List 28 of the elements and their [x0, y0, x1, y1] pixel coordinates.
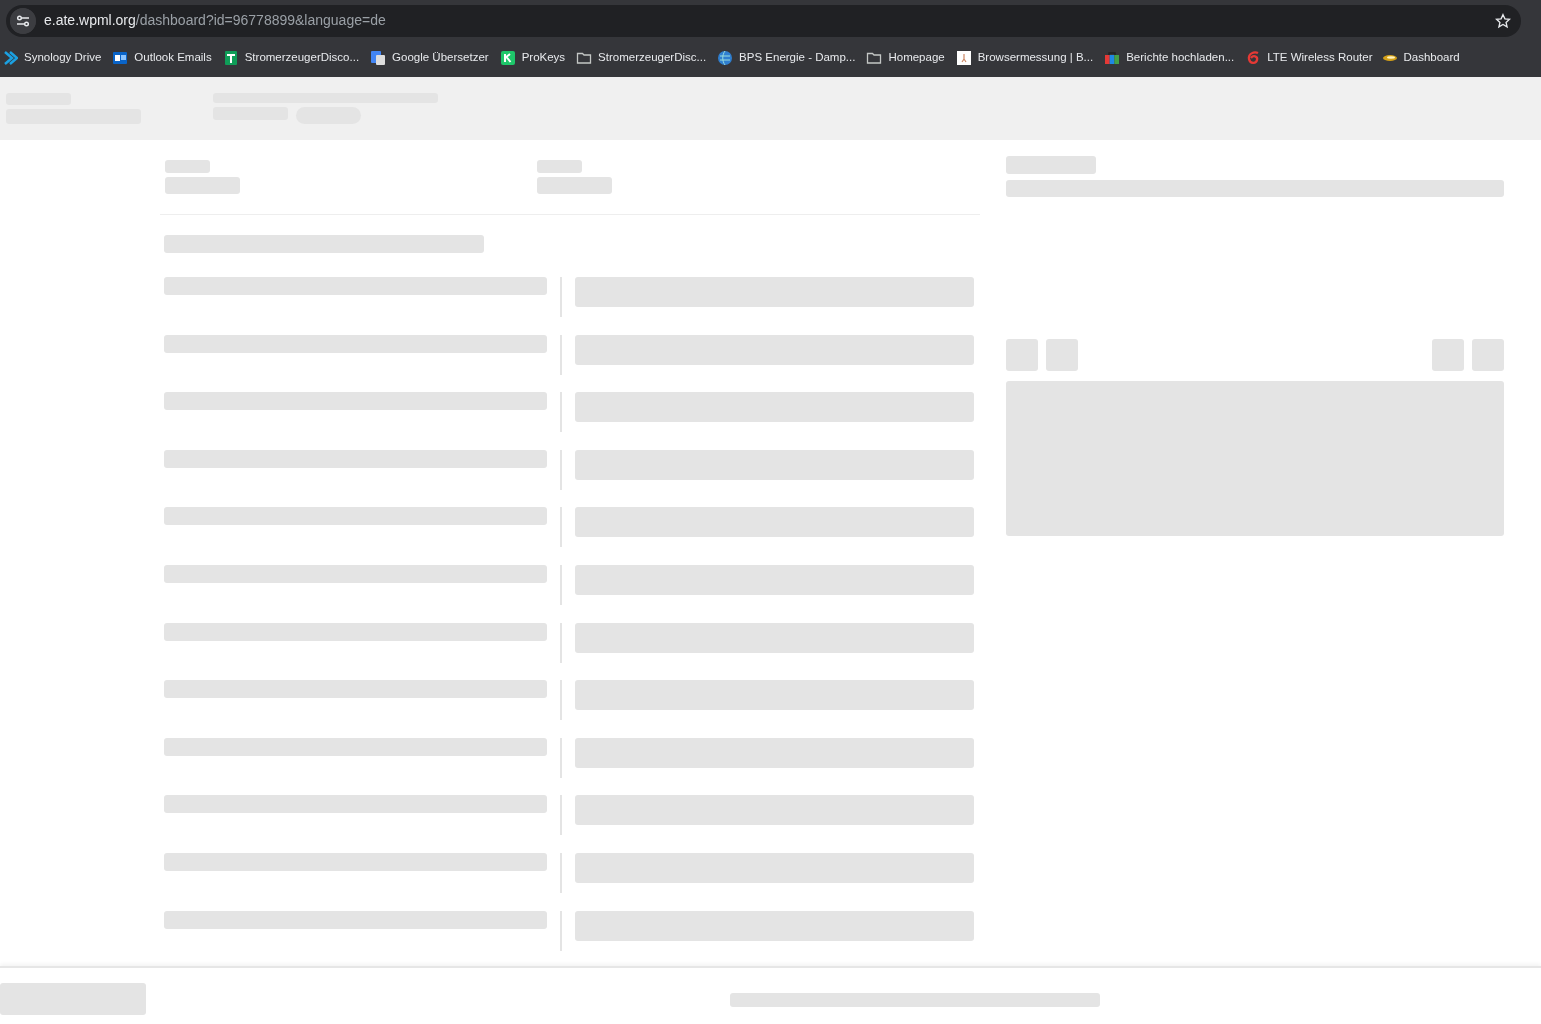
translate-icon — [370, 49, 387, 66]
bookmark-link[interactable]: BPS Energie - Damp... — [717, 48, 856, 67]
spreadsheet-icon — [222, 49, 239, 66]
globe-icon — [717, 49, 734, 66]
bookmark-link[interactable]: StromerzeugerDisco... — [222, 48, 360, 67]
mail-app-icon — [112, 49, 129, 66]
chevron-icon — [2, 49, 18, 66]
bookmark-link[interactable]: Synology Drive — [2, 48, 102, 67]
bookmark-link[interactable]: Google Übersetzer — [370, 48, 489, 67]
skeleton-square — [1432, 339, 1464, 371]
skeleton-bar — [537, 160, 582, 173]
bookmark-link[interactable]: Browsermessung | B... — [955, 48, 1094, 67]
shopping-bag-icon — [1104, 49, 1121, 66]
skeleton-square — [1006, 339, 1038, 371]
bookmark-link[interactable]: Dashboard — [1383, 48, 1460, 67]
skeleton-bar — [165, 160, 210, 173]
bookmark-link[interactable]: Homepage — [866, 48, 945, 67]
page-icon — [955, 49, 972, 66]
bookmark-star-icon[interactable] — [1495, 12, 1511, 29]
skeleton-square — [1472, 339, 1504, 371]
bookmark-link[interactable]: Outlook Emails — [112, 48, 212, 67]
bookmark-link[interactable]: LTE Wireless Router — [1245, 48, 1373, 67]
bookmark-link[interactable]: StromerzeugerDisc... — [576, 48, 707, 67]
skeleton-square — [1046, 339, 1078, 371]
bookmark-link[interactable]: ProKeys — [499, 48, 566, 67]
app-icon — [499, 49, 516, 66]
lens-icon — [1383, 54, 1398, 61]
bookmark-link[interactable]: Berichte hochladen... — [1104, 48, 1235, 67]
